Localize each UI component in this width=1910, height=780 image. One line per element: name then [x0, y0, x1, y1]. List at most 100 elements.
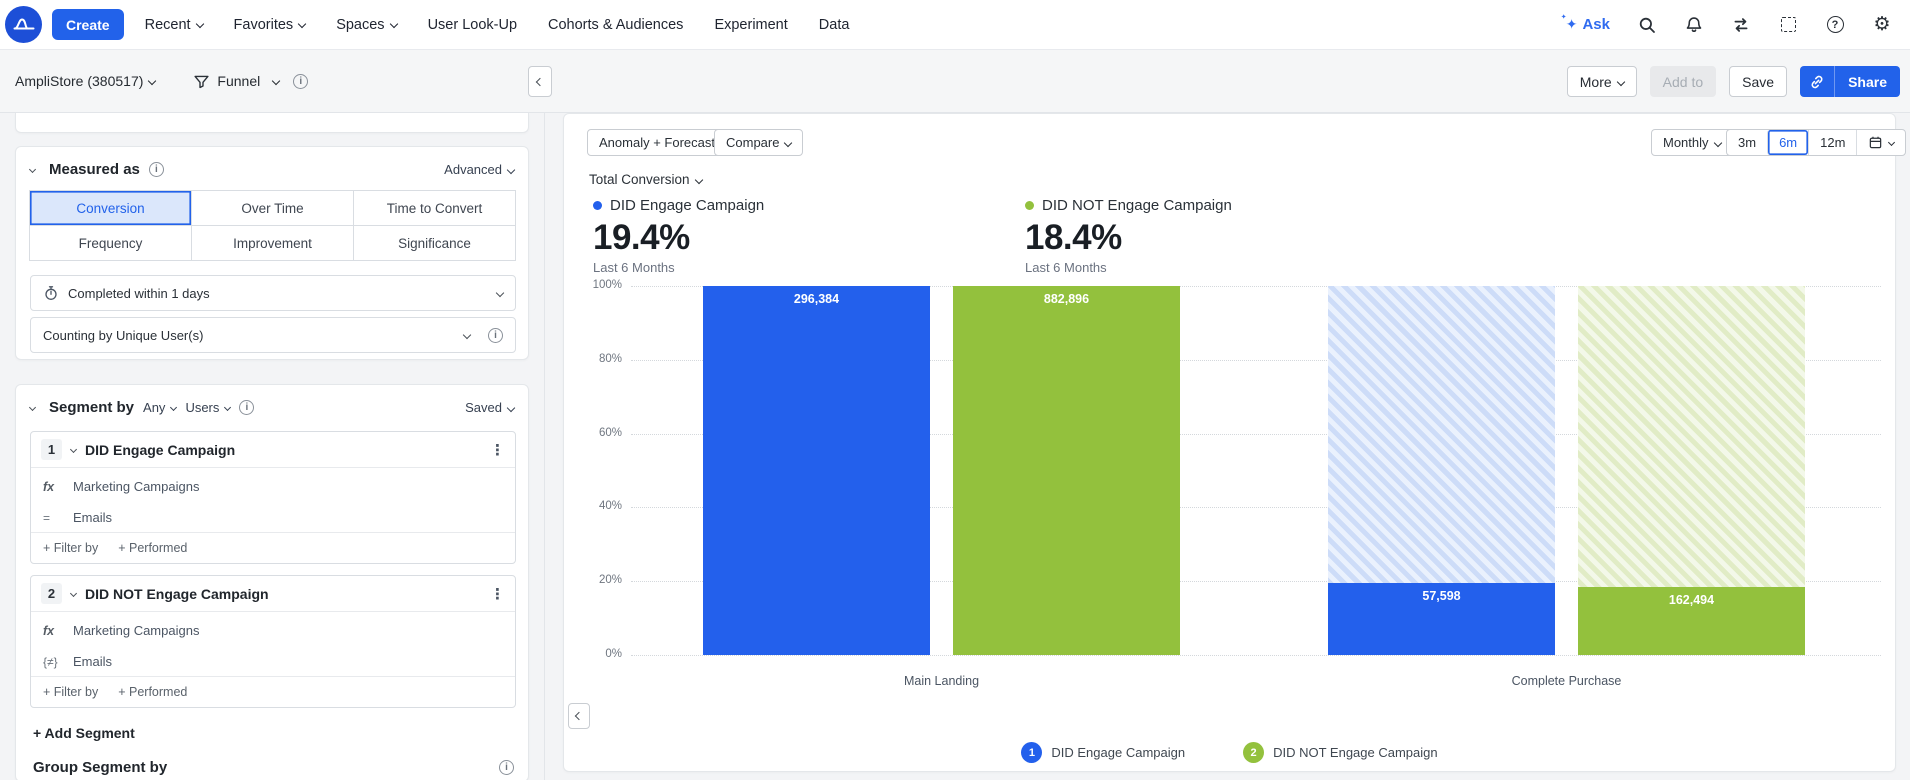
chevron-down-icon[interactable] [69, 445, 78, 454]
share-button[interactable]: Share [1835, 66, 1900, 97]
analysis-toolbar: AmpliStore (380517) Funnel i More Add to… [0, 50, 1910, 113]
performed-link[interactable]: + Performed [118, 541, 187, 555]
tab-conversion[interactable]: Conversion [29, 190, 192, 226]
tab-improvement[interactable]: Improvement [191, 225, 354, 261]
info-icon[interactable]: i [499, 760, 514, 775]
bar-value-label: 296,384 [793, 292, 840, 306]
chevron-down-icon [506, 403, 516, 412]
ask-ai-button[interactable]: ✦Ask [1561, 13, 1610, 34]
segment-by-card: Segment by Any Users i Saved 1 DID Engag… [15, 384, 529, 780]
counting-by-selector[interactable]: Counting by Unique User(s) i [30, 317, 516, 353]
add-to-button[interactable]: Add to [1649, 66, 1717, 97]
bar-value-label: 882,896 [1043, 292, 1090, 306]
bar-value-label: 57,598 [1422, 589, 1461, 604]
segment-name[interactable]: DID Engage Campaign [85, 442, 235, 458]
amplitude-logo-icon[interactable] [5, 6, 42, 43]
gridline [631, 655, 1881, 656]
nav-item-favorites[interactable]: Favorites [234, 17, 307, 33]
filter-by-link[interactable]: + Filter by [43, 541, 98, 555]
y-axis-tick: 60% [598, 426, 622, 439]
search-icon[interactable] [1637, 15, 1657, 35]
nav-item-recent[interactable]: Recent [145, 17, 204, 33]
kebab-menu-icon[interactable]: ⋮ [490, 441, 505, 459]
chevron-down-icon [224, 403, 232, 412]
nav-item-spaces[interactable]: Spaces [336, 17, 398, 33]
project-selector[interactable]: AmpliStore (380517) [15, 73, 157, 89]
measured-as-title: Measured as [49, 161, 140, 178]
tab-time-to-convert[interactable]: Time to Convert [353, 190, 516, 226]
bar-segment[interactable]: 57,598 [1328, 583, 1555, 655]
segment-name[interactable]: DID NOT Engage Campaign [85, 586, 269, 602]
segment-property-row[interactable]: fx Marketing Campaigns [31, 474, 515, 499]
segment-users-dropdown[interactable]: Users [185, 400, 232, 415]
y-axis-tick: 80% [598, 352, 622, 365]
bar-segment[interactable]: 882,896 [953, 286, 1180, 655]
advanced-dropdown[interactable]: Advanced [444, 162, 516, 177]
collapse-section-icon[interactable] [28, 165, 40, 174]
segment-number-chip[interactable]: 2 [41, 583, 62, 604]
tab-frequency[interactable]: Frequency [29, 225, 192, 261]
bar-segment[interactable]: 162,494 [1578, 587, 1805, 655]
chart-type-selector[interactable]: Funnel [193, 73, 281, 90]
sparkle-icon: ✦ [1561, 13, 1578, 33]
nav-item-cohorts-audiences[interactable]: Cohorts & Audiences [548, 17, 683, 33]
nav-right-icons: ✦Ask ? ⚙ [1561, 13, 1892, 35]
create-button[interactable]: Create [52, 9, 124, 40]
kebab-menu-icon[interactable]: ⋮ [490, 585, 505, 603]
top-nav: Create Recent Favorites Spaces User Look… [0, 0, 1910, 50]
conversion-window-selector[interactable]: Completed within 1 days [30, 275, 516, 311]
panel-divider [544, 113, 545, 780]
chevron-down-icon[interactable] [69, 589, 78, 598]
more-button[interactable]: More [1566, 66, 1637, 97]
save-button[interactable]: Save [1729, 66, 1788, 97]
tab-significance[interactable]: Significance [353, 225, 516, 261]
collapse-panel-button[interactable] [528, 66, 552, 97]
legend-item[interactable]: 2 DID NOT Engage Campaign [1243, 742, 1438, 763]
measured-as-tabs: Conversion Over Time Time to Convert Fre… [29, 190, 516, 261]
bar-value-label: 162,494 [1668, 593, 1715, 608]
filter-by-link[interactable]: + Filter by [43, 685, 98, 699]
legend-item[interactable]: 1 DID Engage Campaign [1021, 742, 1185, 763]
chevron-down-icon [297, 19, 307, 28]
nav-item-data[interactable]: Data [819, 17, 850, 33]
info-icon[interactable]: i [293, 73, 309, 89]
frame-select-icon[interactable] [1778, 15, 1798, 35]
segment-property-row[interactable]: fx Marketing Campaigns [31, 618, 515, 643]
settings-gear-icon[interactable]: ⚙ [1872, 15, 1892, 35]
info-icon[interactable]: i [488, 327, 503, 343]
pathfinder-swap-icon[interactable] [1731, 15, 1751, 35]
performed-link[interactable]: + Performed [118, 685, 187, 699]
chevron-down-icon [462, 330, 472, 340]
segment-operator-row[interactable]: = Emails [31, 505, 515, 530]
help-icon[interactable]: ? [1825, 15, 1845, 35]
saved-segments-dropdown[interactable]: Saved [465, 400, 516, 415]
segment-number-chip[interactable]: 1 [41, 439, 62, 460]
chart-legend: 1 DID Engage Campaign 2 DID NOT Engage C… [564, 742, 1895, 763]
add-segment-button[interactable]: + Add Segment [33, 725, 135, 741]
y-axis-tick: 20% [598, 574, 622, 587]
collapse-section-icon[interactable] [28, 403, 40, 412]
chevron-down-icon [148, 76, 157, 86]
nav-item-user-lookup[interactable]: User Look-Up [428, 17, 517, 33]
collapse-panel-button[interactable] [568, 703, 590, 729]
tab-over-time[interactable]: Over Time [191, 190, 354, 226]
bar-segment[interactable]: 296,384 [703, 286, 930, 655]
nav-item-experiment[interactable]: Experiment [714, 17, 787, 33]
notifications-bell-icon[interactable] [1684, 15, 1704, 35]
chevron-down-icon [195, 19, 204, 28]
y-axis-tick: 40% [598, 500, 622, 513]
info-icon[interactable]: i [148, 162, 164, 177]
chevron-left-icon [574, 711, 584, 721]
events-card-partial [15, 113, 529, 133]
funnel-chart-card: Anomaly + Forecast Compare Monthly 3m 6m… [563, 113, 1907, 772]
chevron-down-icon [1616, 77, 1625, 86]
segment-2: 2 DID NOT Engage Campaign ⋮ fx Marketing… [30, 575, 516, 708]
x-axis-label: Complete Purchase [1511, 674, 1622, 688]
chevron-down-icon [170, 403, 178, 412]
segment-any-dropdown[interactable]: Any [143, 400, 178, 415]
copy-link-icon[interactable] [1800, 66, 1836, 97]
info-icon[interactable]: i [239, 400, 255, 415]
legend-chip-2: 2 [1243, 742, 1265, 763]
y-axis-tick: 0% [605, 648, 622, 660]
segment-operator-row[interactable]: {≠} Emails [31, 649, 515, 674]
